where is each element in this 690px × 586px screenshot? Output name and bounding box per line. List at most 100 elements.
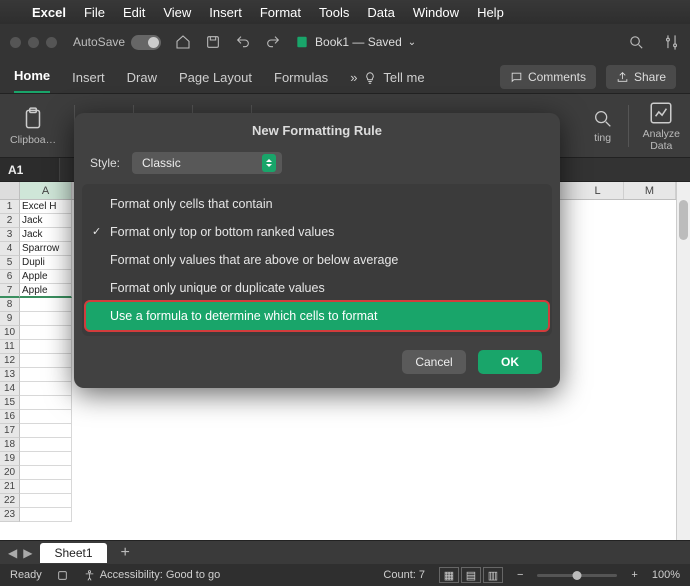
tab-draw[interactable]: Draw: [127, 70, 157, 93]
table-row[interactable]: 19: [0, 452, 690, 466]
tab-formulas[interactable]: Formulas: [274, 70, 328, 93]
menu-edit[interactable]: Edit: [123, 5, 145, 20]
menu-app-name[interactable]: Excel: [32, 5, 66, 20]
cancel-button[interactable]: Cancel: [402, 350, 466, 374]
redo-icon[interactable]: [265, 34, 281, 50]
cell[interactable]: [20, 326, 72, 340]
zoom-out-button[interactable]: −: [517, 569, 523, 581]
cell[interactable]: Apple: [20, 284, 72, 298]
row-header[interactable]: 1: [0, 200, 20, 214]
table-row[interactable]: 17: [0, 424, 690, 438]
cell[interactable]: Sparrow: [20, 242, 72, 256]
row-header[interactable]: 22: [0, 494, 20, 508]
menu-format[interactable]: Format: [260, 5, 301, 20]
option-cells-contain[interactable]: Format only cells that contain: [82, 190, 552, 218]
select-all-corner[interactable]: [0, 182, 20, 199]
cell[interactable]: [20, 354, 72, 368]
cell[interactable]: [20, 368, 72, 382]
row-header[interactable]: 9: [0, 312, 20, 326]
table-row[interactable]: 23: [0, 508, 690, 522]
name-box[interactable]: A1: [0, 158, 60, 181]
row-header[interactable]: 16: [0, 410, 20, 424]
cell[interactable]: [20, 396, 72, 410]
sheet-prev-icon[interactable]: ◀: [8, 546, 17, 560]
row-header[interactable]: 5: [0, 256, 20, 270]
col-header-l[interactable]: L: [572, 182, 624, 199]
view-buttons[interactable]: ▦ ▤ ▥: [439, 567, 503, 583]
table-row[interactable]: 20: [0, 466, 690, 480]
row-header[interactable]: 11: [0, 340, 20, 354]
option-formula[interactable]: Use a formula to determine which cells t…: [86, 302, 548, 330]
row-header[interactable]: 15: [0, 396, 20, 410]
tell-me[interactable]: Tell me: [383, 70, 424, 85]
autosave-toggle[interactable]: [131, 35, 161, 50]
table-row[interactable]: 18: [0, 438, 690, 452]
cell[interactable]: [20, 452, 72, 466]
row-header[interactable]: 13: [0, 368, 20, 382]
editing-group[interactable]: ting: [592, 108, 614, 144]
menu-view[interactable]: View: [163, 5, 191, 20]
macro-record-icon[interactable]: [56, 569, 69, 582]
page-layout-view-icon[interactable]: ▤: [461, 567, 481, 583]
row-header[interactable]: 23: [0, 508, 20, 522]
table-row[interactable]: 22: [0, 494, 690, 508]
cell[interactable]: [20, 382, 72, 396]
table-row[interactable]: 15: [0, 396, 690, 410]
accessibility-status[interactable]: Accessibility: Good to go: [100, 569, 220, 581]
sheet-tab-sheet1[interactable]: Sheet1: [40, 543, 106, 563]
zoom-level[interactable]: 100%: [652, 569, 680, 581]
cell[interactable]: [20, 424, 72, 438]
row-header[interactable]: 8: [0, 298, 20, 312]
cell[interactable]: [20, 410, 72, 424]
ok-button[interactable]: OK: [478, 350, 542, 374]
table-row[interactable]: 21: [0, 480, 690, 494]
row-header[interactable]: 6: [0, 270, 20, 284]
cell[interactable]: [20, 466, 72, 480]
col-header-m[interactable]: M: [624, 182, 676, 199]
menu-file[interactable]: File: [84, 5, 105, 20]
style-select[interactable]: Classic: [132, 152, 282, 174]
cell[interactable]: Jack: [20, 228, 72, 242]
row-header[interactable]: 20: [0, 466, 20, 480]
row-header[interactable]: 4: [0, 242, 20, 256]
row-header[interactable]: 18: [0, 438, 20, 452]
row-header[interactable]: 21: [0, 480, 20, 494]
cell[interactable]: [20, 494, 72, 508]
col-header-a[interactable]: A: [20, 182, 72, 199]
title-chevron-icon[interactable]: ⌄: [408, 37, 416, 48]
cell[interactable]: Dupli: [20, 256, 72, 270]
row-header[interactable]: 7: [0, 284, 20, 298]
menu-tools[interactable]: Tools: [319, 5, 349, 20]
zoom-in-button[interactable]: +: [631, 569, 637, 581]
row-header[interactable]: 17: [0, 424, 20, 438]
option-top-bottom[interactable]: Format only top or bottom ranked values: [82, 218, 552, 246]
cell[interactable]: Apple: [20, 270, 72, 284]
table-row[interactable]: 16: [0, 410, 690, 424]
row-header[interactable]: 14: [0, 382, 20, 396]
page-break-view-icon[interactable]: ▥: [483, 567, 503, 583]
vertical-scrollbar[interactable]: [676, 182, 690, 542]
tab-page-layout[interactable]: Page Layout: [179, 70, 252, 93]
share-button[interactable]: Share: [606, 65, 676, 89]
sheet-next-icon[interactable]: ▶: [23, 546, 32, 560]
cell[interactable]: [20, 298, 72, 312]
traffic-lights[interactable]: [10, 37, 57, 48]
row-header[interactable]: 3: [0, 228, 20, 242]
tab-home[interactable]: Home: [14, 68, 50, 93]
zoom-slider[interactable]: [537, 574, 617, 577]
settings-icon[interactable]: [663, 34, 680, 51]
tabs-overflow-icon[interactable]: »: [350, 70, 357, 85]
cell[interactable]: [20, 340, 72, 354]
option-above-below-avg[interactable]: Format only values that are above or bel…: [82, 246, 552, 274]
cell[interactable]: [20, 508, 72, 522]
add-sheet-button[interactable]: +: [115, 544, 136, 562]
normal-view-icon[interactable]: ▦: [439, 567, 459, 583]
save-icon[interactable]: [205, 34, 221, 50]
tab-insert[interactable]: Insert: [72, 70, 105, 93]
cell[interactable]: Jack: [20, 214, 72, 228]
menu-data[interactable]: Data: [367, 5, 394, 20]
home-icon[interactable]: [175, 34, 191, 50]
menu-help[interactable]: Help: [477, 5, 504, 20]
analyze-data-button[interactable]: Analyze Data: [643, 100, 680, 152]
row-header[interactable]: 12: [0, 354, 20, 368]
